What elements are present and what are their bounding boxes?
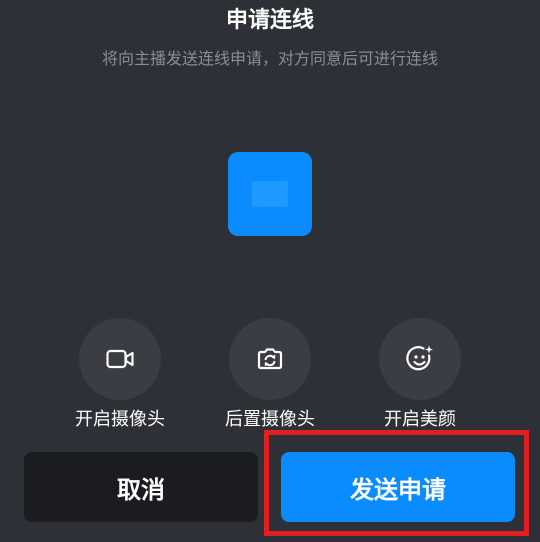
switch-camera-icon (256, 347, 284, 371)
dialog-title: 申请连线 (225, 8, 314, 33)
beauty-button[interactable] (379, 318, 461, 400)
option-beauty[interactable]: 开启美颜 (365, 318, 475, 432)
avatar (228, 152, 312, 236)
send-request-button[interactable]: 发送申请 (281, 452, 515, 522)
avatar-image (252, 181, 288, 207)
rear-camera-label: 后置摄像头 (225, 409, 315, 430)
beauty-face-icon (405, 344, 435, 374)
video-camera-icon (106, 349, 134, 369)
beauty-label: 开启美颜 (384, 409, 456, 430)
dialog-subtitle: 将向主播发送连线申请，对方同意后可进行连线 (101, 49, 438, 68)
connect-request-dialog: 申请连线 将向主播发送连线申请，对方同意后可进行连线 开启摄像头 后置摄像头 开… (0, 0, 540, 542)
option-open-camera[interactable]: 开启摄像头 (65, 318, 175, 432)
option-rear-camera[interactable]: 后置摄像头 (215, 318, 325, 432)
cancel-button[interactable]: 取消 (24, 452, 258, 522)
open-camera-button[interactable] (79, 318, 161, 400)
open-camera-label: 开启摄像头 (75, 409, 165, 430)
rear-camera-button[interactable] (229, 318, 311, 400)
